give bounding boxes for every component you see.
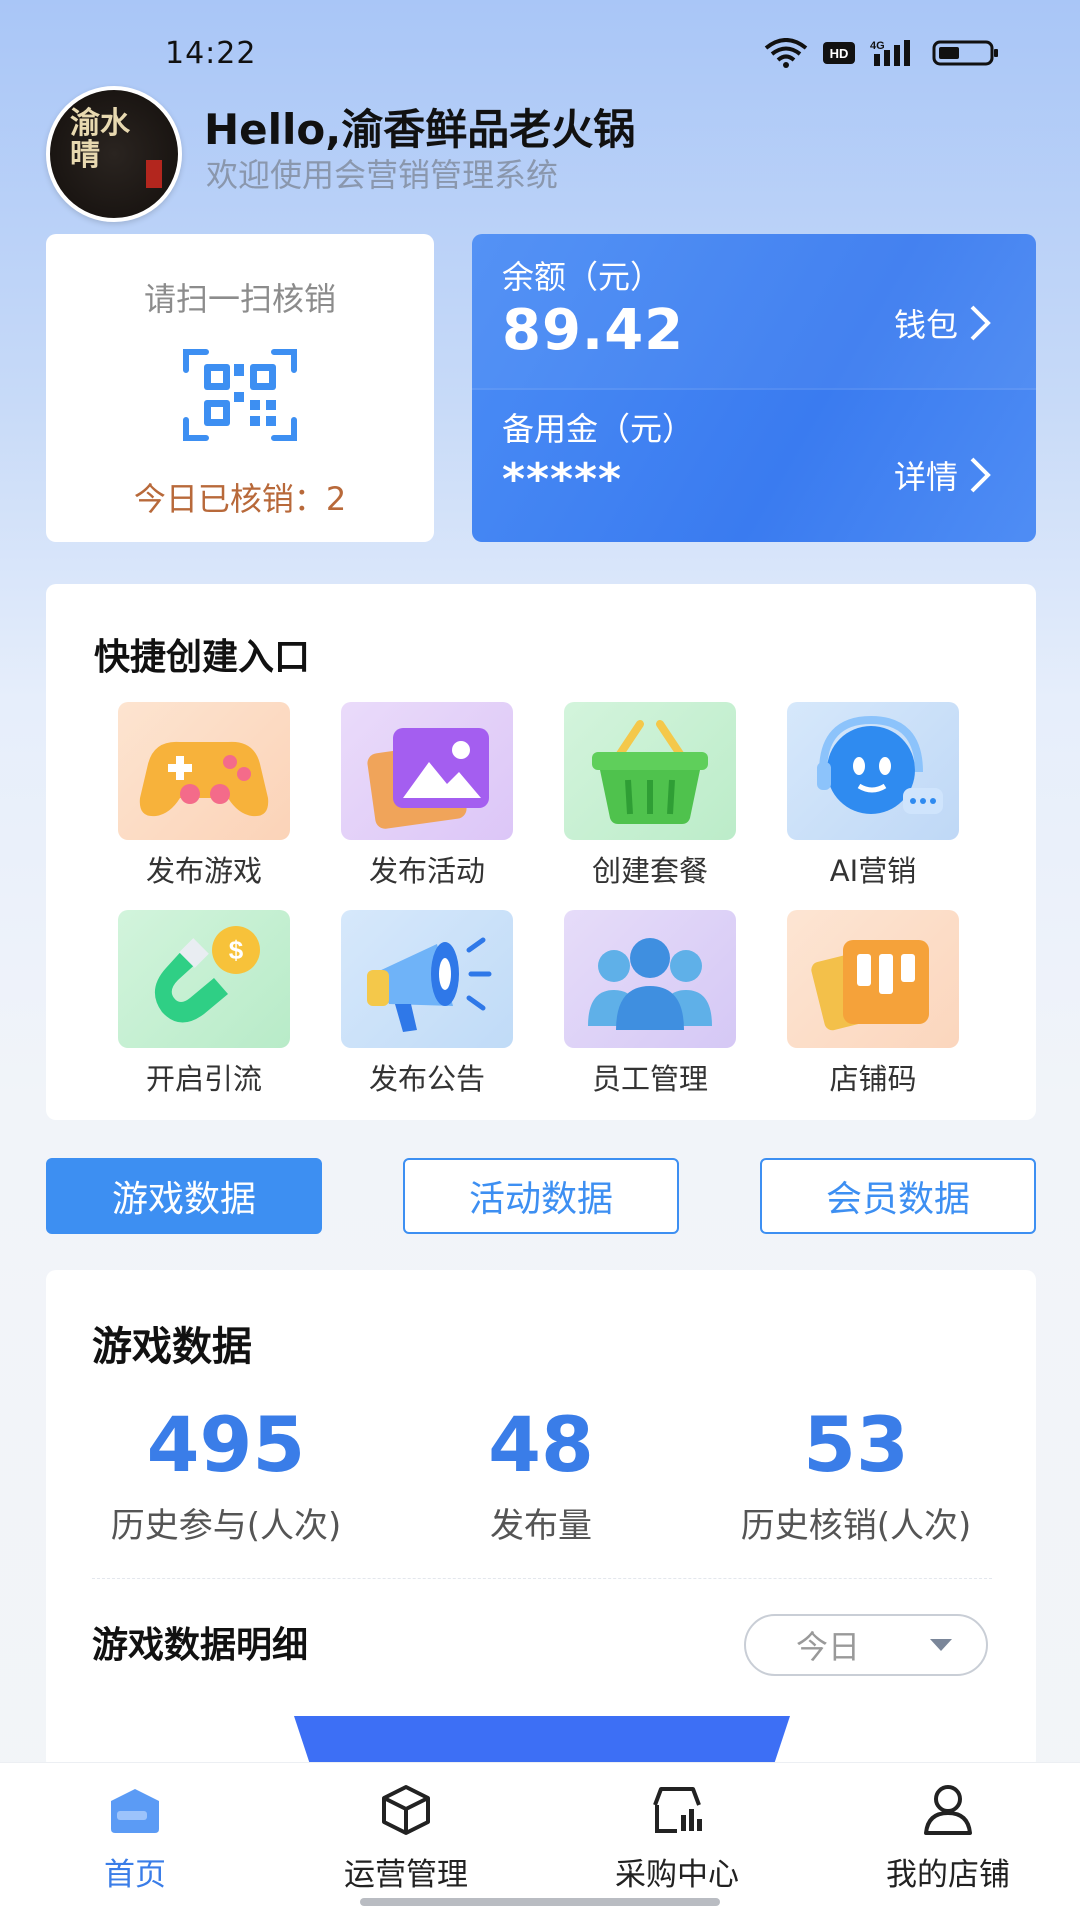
battery-icon xyxy=(932,39,1000,67)
quick-create-card: 快捷创建入口 发布游戏 发布活动 创建套餐 AI营销 $ 开启引流 发布公告 员… xyxy=(46,584,1036,1120)
stat-published-value: 48 xyxy=(488,1400,594,1489)
status-bar: 14:22 HD 4G xyxy=(0,0,1080,100)
status-time: 14:22 xyxy=(165,36,257,71)
nav-item-my-store[interactable]: 我的店铺 xyxy=(838,1781,1058,1894)
divider xyxy=(92,1578,992,1579)
scan-card[interactable]: 请扫一扫核销 今日已核销：2 xyxy=(46,234,434,542)
greeting-title: Hello,渝香鲜品老火锅 xyxy=(204,105,636,154)
home-indicator xyxy=(360,1898,720,1906)
tile-publish-activity[interactable] xyxy=(341,702,513,840)
details-link[interactable]: 详情 xyxy=(894,452,992,498)
network-label: 4G xyxy=(870,40,885,52)
greeting-subtitle: 欢迎使用会营销管理系统 xyxy=(206,156,559,194)
quick-create-title: 快捷创建入口 xyxy=(94,637,311,678)
tile-publish-game[interactable] xyxy=(118,702,290,840)
wallet-link[interactable]: 钱包 xyxy=(894,300,992,346)
caret-down-icon xyxy=(930,1639,953,1651)
reserve-value: ***** xyxy=(502,454,623,505)
verified-today-count: 今日已核销：2 xyxy=(133,480,347,518)
nav-label-my-store: 我的店铺 xyxy=(886,1857,1010,1893)
gamepad-icon xyxy=(139,741,269,817)
store-chart-icon xyxy=(653,1787,702,1833)
nav-item-procurement[interactable]: 采购中心 xyxy=(567,1781,787,1894)
hd-label: HD xyxy=(830,46,849,61)
tile-label-publish-activity: 发布活动 xyxy=(368,854,485,888)
balance-label: 余额（元） xyxy=(502,258,663,296)
nav-label-procurement: 采购中心 xyxy=(615,1857,739,1893)
game-data-card: 游戏数据 495 历史参与(人次) 48 发布量 53 历史核销(人次) 游戏数… xyxy=(46,1270,1036,1776)
tile-ai-marketing[interactable] xyxy=(787,702,959,840)
user-icon xyxy=(924,1785,972,1835)
avatar-text: 渝水晴 xyxy=(70,106,130,173)
home-icon xyxy=(111,1789,159,1833)
stat-verified-value: 53 xyxy=(803,1400,909,1489)
bottom-nav: 首页 运营管理 采购中心 我的店铺 xyxy=(0,1762,1080,1920)
reserve-label: 备用金（元） xyxy=(502,410,695,448)
avatar-seal xyxy=(146,160,162,188)
details-link-label: 详情 xyxy=(893,458,958,496)
nav-label-home: 首页 xyxy=(104,1857,166,1893)
hd-icon: HD xyxy=(822,41,856,65)
tile-label-publish-game: 发布游戏 xyxy=(145,854,262,888)
svg-text:$: $ xyxy=(229,935,244,965)
balance-divider xyxy=(472,388,1036,390)
balance-card: 余额（元） 89.42 钱包 备用金（元） ***** 详情 xyxy=(472,234,1036,542)
balance-value: 89.42 xyxy=(502,298,685,363)
store-card-icon xyxy=(811,940,929,1031)
tile-label-store-code: 店铺码 xyxy=(829,1062,917,1096)
tile-enable-traffic[interactable]: $ xyxy=(118,910,290,1048)
tile-label-enable-traffic: 开启引流 xyxy=(145,1062,262,1096)
tab-member-data[interactable]: 会员数据 xyxy=(760,1158,1036,1234)
stat-participation-value: 495 xyxy=(146,1400,306,1489)
people-group-icon xyxy=(588,938,712,1030)
stat-verified-label: 历史核销(人次) xyxy=(740,1506,972,1546)
tile-staff-management[interactable] xyxy=(564,910,736,1048)
scan-title: 请扫一扫核销 xyxy=(143,280,336,318)
nav-item-home[interactable]: 首页 xyxy=(25,1781,245,1894)
stat-participation-label: 历史参与(人次) xyxy=(110,1506,342,1546)
tile-publish-notice[interactable] xyxy=(341,910,513,1048)
tile-store-code[interactable] xyxy=(787,910,959,1048)
nav-item-operations[interactable]: 运营管理 xyxy=(296,1781,516,1894)
date-filter-select[interactable]: 今日 xyxy=(744,1614,988,1676)
megaphone-icon xyxy=(367,937,492,1032)
tab-game-data[interactable]: 游戏数据 xyxy=(46,1158,322,1234)
robot-headset-icon xyxy=(817,715,943,814)
tile-label-ai-marketing: AI营销 xyxy=(829,854,917,888)
game-data-title: 游戏数据 xyxy=(92,1324,252,1370)
tab-activity-data[interactable]: 活动数据 xyxy=(403,1158,679,1234)
avatar[interactable]: 渝水晴 xyxy=(46,86,182,222)
image-card-icon xyxy=(367,728,489,829)
nav-label-operations: 运营管理 xyxy=(344,1857,468,1893)
tile-create-package[interactable] xyxy=(564,702,736,840)
tile-label-create-package: 创建套餐 xyxy=(591,854,708,888)
date-filter-value: 今日 xyxy=(796,1628,861,1666)
status-icons: HD 4G xyxy=(764,38,1000,68)
wifi-icon xyxy=(764,38,808,68)
signal-icon: 4G xyxy=(870,38,918,68)
magnet-coin-icon: $ xyxy=(154,926,260,1023)
tile-label-staff-management: 员工管理 xyxy=(591,1062,708,1096)
chevron-right-icon xyxy=(970,305,991,341)
qr-scan-icon[interactable] xyxy=(182,348,298,442)
box-icon xyxy=(382,1785,430,1835)
wallet-link-label: 钱包 xyxy=(893,306,958,344)
game-data-detail-title: 游戏数据明细 xyxy=(92,1625,309,1666)
stat-published-label: 发布量 xyxy=(490,1506,592,1546)
tile-label-publish-notice: 发布公告 xyxy=(368,1062,485,1096)
shopping-basket-icon xyxy=(592,720,708,824)
chevron-right-icon xyxy=(970,457,991,493)
